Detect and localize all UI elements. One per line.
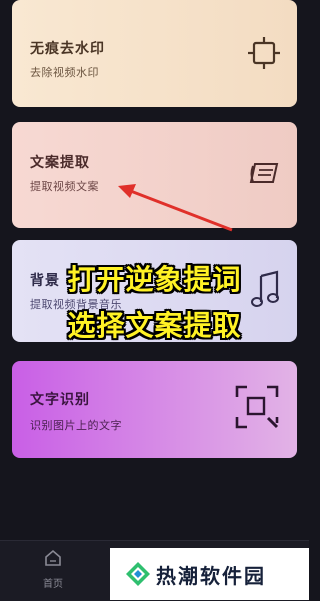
nav-home[interactable]: 首页 bbox=[30, 549, 76, 590]
card-title: 文字识别 bbox=[30, 392, 90, 408]
watermark-text: 热潮软件园 bbox=[156, 564, 266, 588]
text-recognition-card[interactable]: 文字识别 识别图片上的文字 bbox=[12, 361, 297, 458]
nav-home-label: 首页 bbox=[43, 579, 63, 590]
site-watermark: 热潮软件园 bbox=[110, 548, 309, 600]
overlay-caption-line-2: 选择文案提取 bbox=[67, 309, 242, 342]
scan-search-icon bbox=[235, 385, 279, 429]
home-icon bbox=[45, 549, 61, 566]
watermark-logo-icon bbox=[126, 562, 150, 586]
overlay-caption-line-1: 打开逆象提词 bbox=[67, 263, 242, 296]
card-subtitle: 识别图片上的文字 bbox=[30, 419, 122, 432]
